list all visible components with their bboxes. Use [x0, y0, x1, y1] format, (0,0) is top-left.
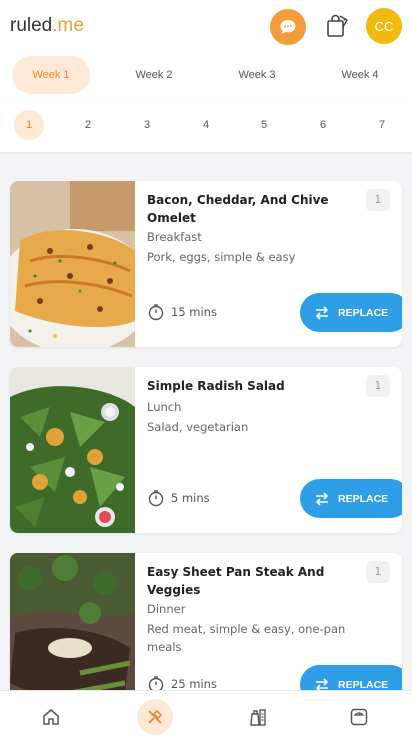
chat-bubble-icon — [280, 20, 296, 34]
app-logo[interactable]: ruled.me — [10, 15, 84, 37]
servings-badge[interactable]: 1 — [366, 189, 390, 211]
meal-tags: Salad, vegetarian — [147, 420, 249, 434]
timer-icon — [148, 304, 164, 321]
meal-photo-omelet — [10, 181, 135, 347]
app-header: ruled.me CC — [0, 0, 412, 52]
servings-badge[interactable]: 1 — [366, 561, 390, 583]
replace-label: REPLACE — [338, 678, 389, 691]
day-5[interactable]: 5 — [249, 110, 279, 140]
nav-shopping-list[interactable] — [240, 699, 276, 735]
meal-card-lunch[interactable]: Simple Radish Salad 1 Lunch Salad, veget… — [10, 367, 402, 533]
day-3[interactable]: 3 — [132, 110, 162, 140]
meal-card-breakfast[interactable]: Bacon, Cheddar, And Chive Omelet 1 Break… — [10, 181, 402, 347]
chat-button[interactable] — [270, 9, 306, 45]
scale-icon — [350, 708, 368, 726]
tab-week-3[interactable]: Week 3 — [218, 56, 296, 94]
meal-tags: Red meat, simple & easy, one-pan meals — [147, 622, 346, 654]
nav-meal-plan[interactable] — [137, 699, 173, 735]
meal-photo-radish-salad — [10, 367, 135, 533]
swap-icon — [315, 491, 329, 506]
replace-label: REPLACE — [338, 492, 389, 505]
nav-home[interactable] — [33, 699, 69, 735]
logo-accent: .me — [52, 15, 84, 36]
meal-type: Dinner — [147, 602, 186, 616]
day-7[interactable]: 7 — [367, 110, 397, 140]
replace-button[interactable]: REPLACE — [300, 479, 402, 518]
utensils-icon — [148, 709, 163, 724]
replace-button[interactable]: REPLACE — [300, 293, 402, 332]
shopping-bag-button[interactable] — [323, 11, 351, 41]
meal-tags: Pork, eggs, simple & easy — [147, 250, 296, 264]
day-4[interactable]: 4 — [191, 110, 221, 140]
week-tabs: Week 1 Week 2 Week 3 Week 4 — [0, 52, 412, 98]
replace-label: REPLACE — [338, 306, 389, 319]
shopping-bag-icon — [327, 14, 348, 37]
tab-week-4[interactable]: Week 4 — [321, 56, 399, 94]
bottom-navigation — [0, 690, 412, 741]
nav-progress[interactable] — [341, 699, 377, 735]
tab-week-1[interactable]: Week 1 — [12, 56, 90, 94]
prep-time-label: 25 mins — [171, 677, 217, 691]
prep-time: 15 mins — [147, 303, 217, 321]
shopping-list-icon — [250, 709, 266, 726]
meal-title: Easy Sheet Pan Steak And Veggies — [147, 565, 325, 597]
timer-icon — [148, 490, 164, 507]
meal-type: Breakfast — [147, 230, 202, 244]
prep-time-label: 5 mins — [171, 491, 210, 505]
day-6[interactable]: 6 — [308, 110, 338, 140]
day-selector: 1 2 3 4 5 6 7 — [0, 98, 412, 152]
meal-title: Bacon, Cheddar, And Chive Omelet — [147, 193, 329, 225]
prep-time: 5 mins — [147, 489, 210, 507]
day-1[interactable]: 1 — [14, 110, 44, 140]
home-icon — [43, 709, 59, 725]
prep-time-label: 15 mins — [171, 305, 217, 319]
meal-type: Lunch — [147, 400, 182, 414]
day-2[interactable]: 2 — [73, 110, 103, 140]
swap-icon — [315, 305, 329, 320]
servings-badge[interactable]: 1 — [366, 375, 390, 397]
user-avatar[interactable]: CC — [366, 8, 402, 44]
logo-main: ruled — [10, 15, 53, 36]
meal-title: Simple Radish Salad — [147, 379, 285, 393]
tab-week-2[interactable]: Week 2 — [115, 56, 193, 94]
